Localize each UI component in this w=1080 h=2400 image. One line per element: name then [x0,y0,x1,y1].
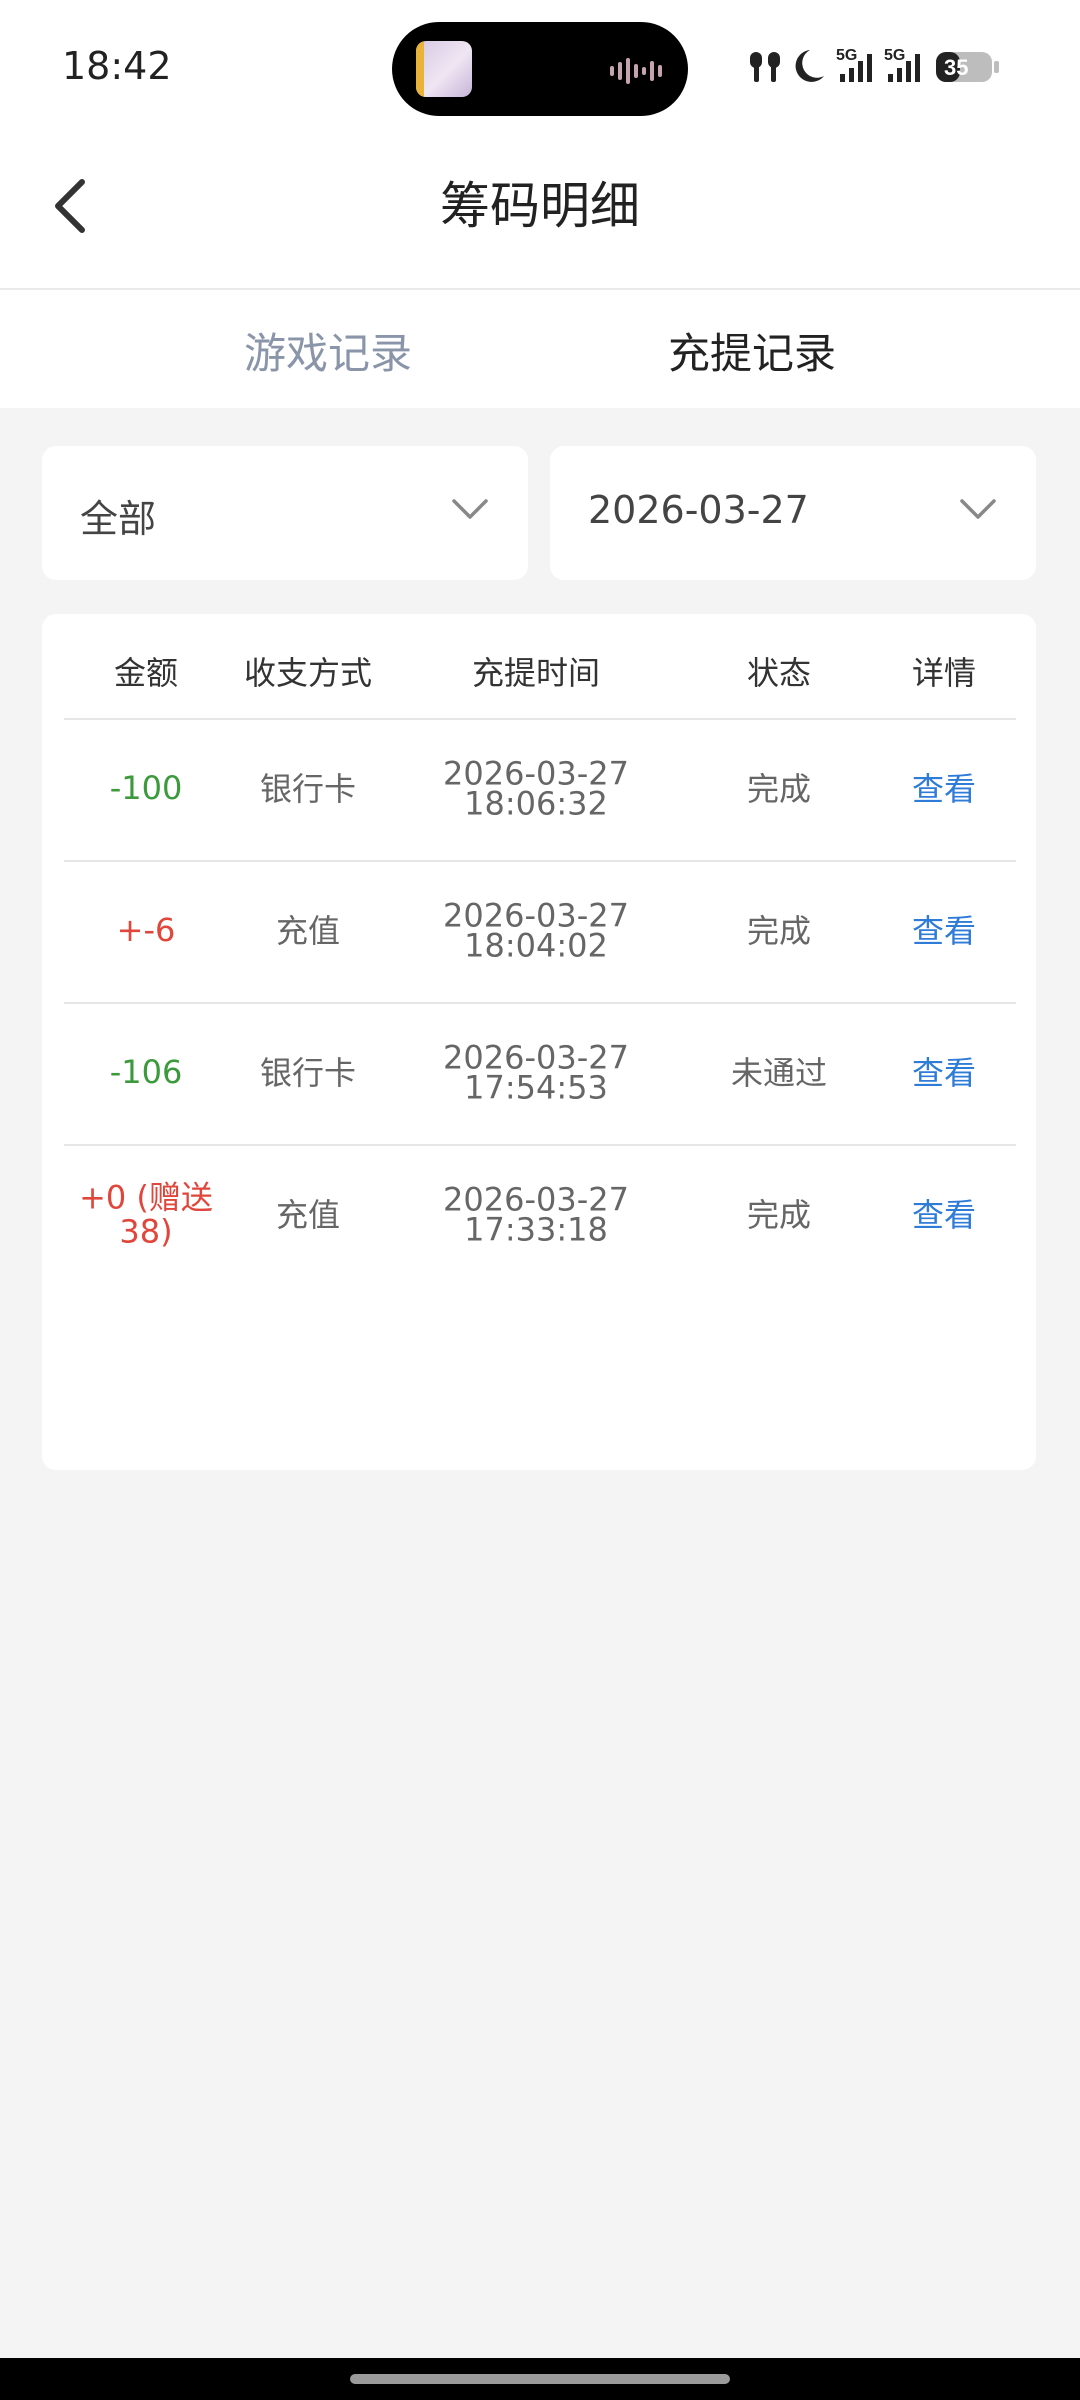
amount-cell: -100 [109,769,183,808]
status-cell: 完成 [746,912,812,950]
table-row: -100 银行卡 2026-03-27 18:06:32 完成 查看 [42,718,1036,860]
method-cell: 银行卡 [259,770,357,808]
view-detail-link[interactable]: 查看 [912,1199,976,1231]
app-header: 筹码明细 [0,136,1080,290]
date-filter-dropdown[interactable]: 2026-03-27 [550,446,1036,580]
tab-game-records[interactable]: 游戏记录 [244,320,412,381]
svg-text:35: 35 [944,55,968,80]
battery-icon: 35 [936,52,999,82]
records-table: 金额 收支方式 充提时间 状态 详情 -100 银行卡 2026-03-27 1… [42,614,1036,1470]
audio-wave-icon [610,58,662,84]
album-art-icon [416,41,472,97]
table-header: 金额 收支方式 充提时间 状态 详情 [42,614,1036,718]
status-cell: 未通过 [730,1054,828,1092]
navigation-bar [0,2358,1080,2400]
signal-icon: 5G [836,47,872,82]
status-bar: 18:42 5G 5G 35 [0,0,1080,136]
dynamic-island[interactable] [392,22,688,116]
type-filter-value: 全部 [80,497,157,541]
time-cell: 2026-03-27 18:06:32 [443,757,629,823]
column-header-detail: 详情 [911,654,977,692]
time-cell: 2026-03-27 18:04:02 [443,899,629,965]
tab-bar: 游戏记录 充提记录 [0,290,1080,408]
svg-text:5G: 5G [884,47,905,64]
amount-cell: +0 (赠送38) [79,1178,213,1250]
svg-text:5G: 5G [836,47,857,64]
home-indicator[interactable] [350,2374,730,2384]
table-row: +0 (赠送38) 充值 2026-03-27 17:33:18 完成 查看 [42,1144,1036,1286]
column-header-amount: 金额 [113,654,179,692]
clock: 18:42 [62,44,172,88]
chevron-down-icon [960,499,996,519]
time-cell: 2026-03-27 17:33:18 [443,1183,629,1249]
amount-cell: +-6 [116,911,176,950]
column-header-time: 充提时间 [471,654,601,692]
column-header-method: 收支方式 [243,654,373,692]
chevron-down-icon [452,499,488,519]
method-cell: 充值 [275,1196,341,1234]
earbuds-icon [750,52,780,82]
view-detail-link[interactable]: 查看 [912,773,976,805]
page-title: 筹码明细 [440,177,640,235]
signal-icon: 5G [884,47,920,82]
status-icons: 5G 5G 35 [750,47,999,82]
tab-deposit-records[interactable]: 充提记录 [668,320,836,381]
time-text: 17:54:53 [464,1069,608,1107]
amount-cell: -106 [109,1053,183,1092]
column-header-status: 状态 [746,654,812,692]
view-detail-link[interactable]: 查看 [912,915,976,947]
time-text: 18:04:02 [464,927,608,965]
table-row: +-6 充值 2026-03-27 18:04:02 完成 查看 [42,860,1036,1002]
type-filter-dropdown[interactable]: 全部 [42,446,528,580]
method-cell: 银行卡 [259,1054,357,1092]
date-filter-value: 2026-03-27 [588,488,809,532]
time-text: 17:33:18 [464,1211,608,1249]
method-cell: 充值 [275,912,341,950]
table-row: -106 银行卡 2026-03-27 17:54:53 未通过 查看 [42,1002,1036,1144]
time-cell: 2026-03-27 17:54:53 [443,1041,629,1107]
moon-icon [795,50,824,82]
status-cell: 完成 [746,1196,812,1234]
time-text: 18:06:32 [464,785,608,823]
view-detail-link[interactable]: 查看 [912,1057,976,1089]
status-cell: 完成 [746,770,812,808]
